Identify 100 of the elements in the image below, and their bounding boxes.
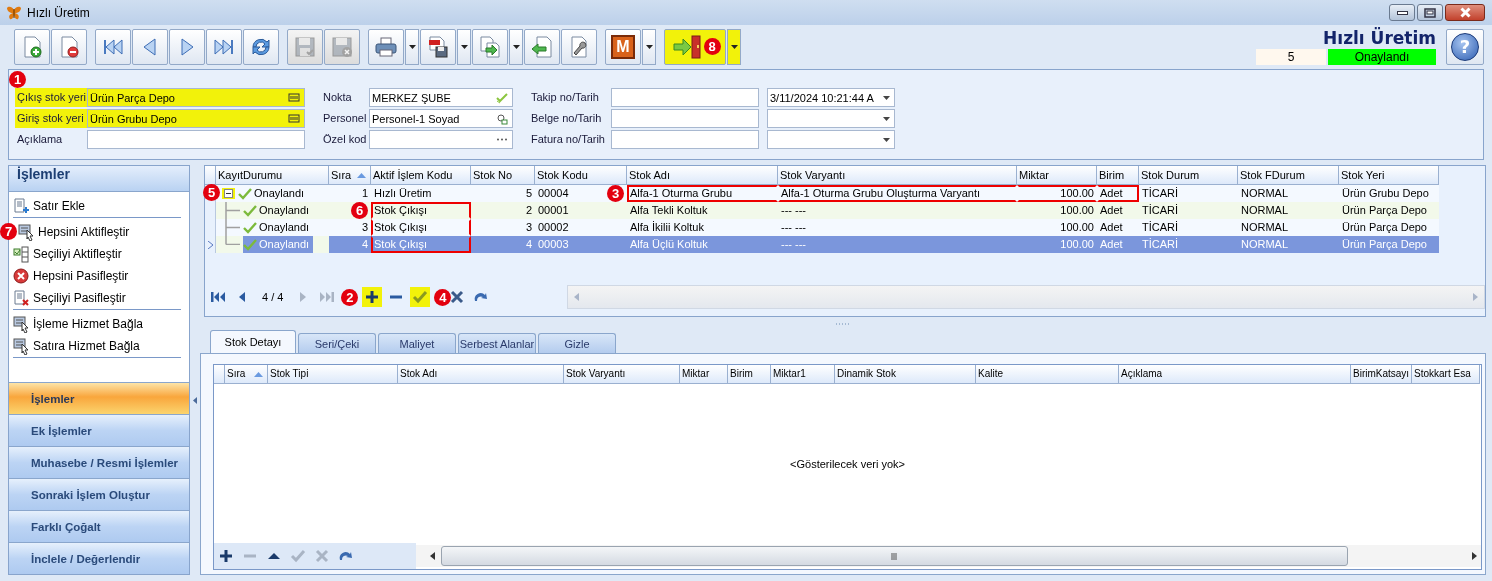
check-icon (496, 91, 508, 104)
column-header[interactable]: Stok FDurum (1238, 166, 1339, 185)
tab[interactable]: Gizle (538, 333, 616, 353)
minimize-button[interactable] (1389, 4, 1415, 21)
column-header[interactable]: Stok Durum (1139, 166, 1238, 185)
close-button[interactable] (1445, 4, 1485, 21)
column-header[interactable]: Miktar1 (771, 365, 835, 384)
column-header[interactable]: Stok Adı (398, 365, 564, 384)
table-cell: Adet (1097, 185, 1139, 202)
toolbar-button[interactable] (561, 28, 597, 65)
status-cell: Onaylandı (238, 185, 309, 202)
column-header[interactable]: Açıklama (1119, 365, 1351, 384)
section-button[interactable]: Farklı Çoğalt (9, 510, 189, 542)
maximize-button[interactable] (1417, 4, 1443, 21)
status-label: Onaylandı (1328, 49, 1436, 65)
dropdown-button[interactable] (509, 28, 523, 65)
table-cell: --- --- (778, 202, 1017, 219)
menu-item[interactable]: Seçiliyi Aktifleştir (13, 243, 181, 265)
table-cell: 00001 (535, 202, 627, 219)
toolbar-button[interactable] (472, 28, 508, 65)
column-header[interactable]: Stok Varyantı (564, 365, 680, 384)
section-button[interactable]: Ek İşlemler (9, 414, 189, 446)
step-marker: 7 (0, 223, 17, 240)
input-field[interactable] (611, 88, 759, 107)
table-cell: Alfa-1 Oturma Grubu (627, 185, 778, 202)
toolbar-button[interactable] (206, 28, 242, 65)
step-marker: 1 (9, 71, 26, 88)
input-field[interactable]: Ürün Parça Depo (87, 88, 305, 107)
close-icon (1459, 7, 1471, 18)
toolbar-button[interactable] (95, 28, 131, 65)
column-header[interactable]: Stok Varyantı (778, 166, 1017, 185)
tab[interactable]: Stok Detayı (210, 330, 296, 353)
check-icon (243, 221, 257, 234)
column-header[interactable]: Stok Adı (627, 166, 778, 185)
dropdown-button[interactable] (457, 28, 471, 65)
input-field[interactable] (87, 130, 305, 149)
input-field[interactable]: Personel-1 Soyad (369, 109, 513, 128)
column-header[interactable]: Stok Yeri (1339, 166, 1439, 185)
sort-ascending-icon (254, 372, 263, 377)
column-header[interactable]: Stokkart Esa (1412, 365, 1480, 384)
column-header[interactable]: Kalite (976, 365, 1119, 384)
column-header[interactable]: BirimKatsayı (1351, 365, 1412, 384)
column-header[interactable]: Stok No (471, 166, 535, 185)
tab[interactable]: Serbest Alanlar (458, 333, 536, 353)
field-label: Personel (322, 111, 368, 126)
column-header[interactable]: Sıra (225, 365, 268, 384)
column-header[interactable]: Dinamik Stok (835, 365, 976, 384)
check-icon (243, 204, 257, 217)
dropdown-button[interactable] (405, 28, 419, 65)
caret-icon (883, 95, 890, 100)
toolbar-button[interactable] (243, 28, 279, 65)
empty-message: <Gösterilecek veri yok> (790, 457, 905, 470)
menu-item[interactable]: Satıra Hizmet Bağla (13, 335, 181, 358)
input-field[interactable]: MERKEZ ŞUBE (369, 88, 513, 107)
column-header[interactable]: KayıtDurumu (216, 166, 329, 185)
toolbar-button[interactable] (420, 28, 456, 65)
column-header[interactable]: Stok Tipi (268, 365, 398, 384)
column-header[interactable]: Miktar (680, 365, 728, 384)
column-header[interactable]: Birim (728, 365, 771, 384)
horizontal-scrollbar[interactable] (416, 545, 1481, 567)
section-button[interactable]: İşlemler (9, 382, 189, 414)
navigator-button[interactable] (362, 287, 383, 307)
section-button[interactable]: Sonraki İşlem Oluştur (9, 478, 189, 510)
field-label: Takip no/Tarih (530, 90, 600, 105)
date-combo[interactable]: 3/11/2024 10:21:44 A (767, 88, 895, 107)
tab[interactable]: Seri/Çeki (298, 333, 376, 353)
input-field[interactable] (369, 130, 513, 149)
record-position: 4 / 4 (261, 291, 285, 303)
toolbar-button[interactable] (51, 28, 87, 65)
column-header[interactable]: Birim (1097, 166, 1139, 185)
menu-item[interactable]: Hepsini Aktifleştir (18, 221, 181, 243)
column-header[interactable]: Sıra (329, 166, 371, 185)
toolbar-button[interactable]: 8 (664, 28, 726, 65)
record-number: 5 (1256, 49, 1326, 65)
dropdown-button[interactable] (642, 28, 656, 65)
dropdown-button[interactable] (727, 28, 741, 65)
scroll-left-icon (430, 552, 435, 560)
tab[interactable]: Maliyet (378, 333, 456, 353)
menu-item[interactable]: Seçiliyi Pasifleştir (13, 287, 181, 310)
check-icon (290, 548, 306, 564)
menu-item[interactable]: İşleme Hizmet Bağla (13, 313, 181, 335)
toolbar-button[interactable] (368, 28, 404, 65)
column-header[interactable]: Aktif İşlem Kodu (371, 166, 471, 185)
horizontal-scrollbar[interactable] (567, 285, 1485, 309)
section-button[interactable]: Muhasebe / Resmi İşlemler (9, 446, 189, 478)
section-button[interactable]: İnclele / Değerlendir (9, 542, 189, 574)
column-header[interactable]: Miktar (1017, 166, 1097, 185)
menu-item[interactable]: Hepsini Pasifleştir (13, 265, 181, 287)
last-record-icon (319, 289, 336, 305)
scrollbar-thumb[interactable] (441, 546, 1348, 566)
form-title: Hızlı Üretim (1323, 28, 1436, 48)
input-field[interactable]: Ürün Grubu Depo (87, 109, 305, 128)
table-cell: 00003 (535, 236, 627, 253)
toolbar-button[interactable]: M (605, 28, 641, 65)
toolbar-button[interactable] (14, 28, 50, 65)
column-header[interactable]: Stok Kodu (535, 166, 627, 185)
input-field[interactable] (611, 109, 759, 128)
menu-item[interactable]: Satır Ekle (13, 195, 181, 218)
toolbar-button[interactable] (524, 28, 560, 65)
input-field[interactable] (611, 130, 759, 149)
